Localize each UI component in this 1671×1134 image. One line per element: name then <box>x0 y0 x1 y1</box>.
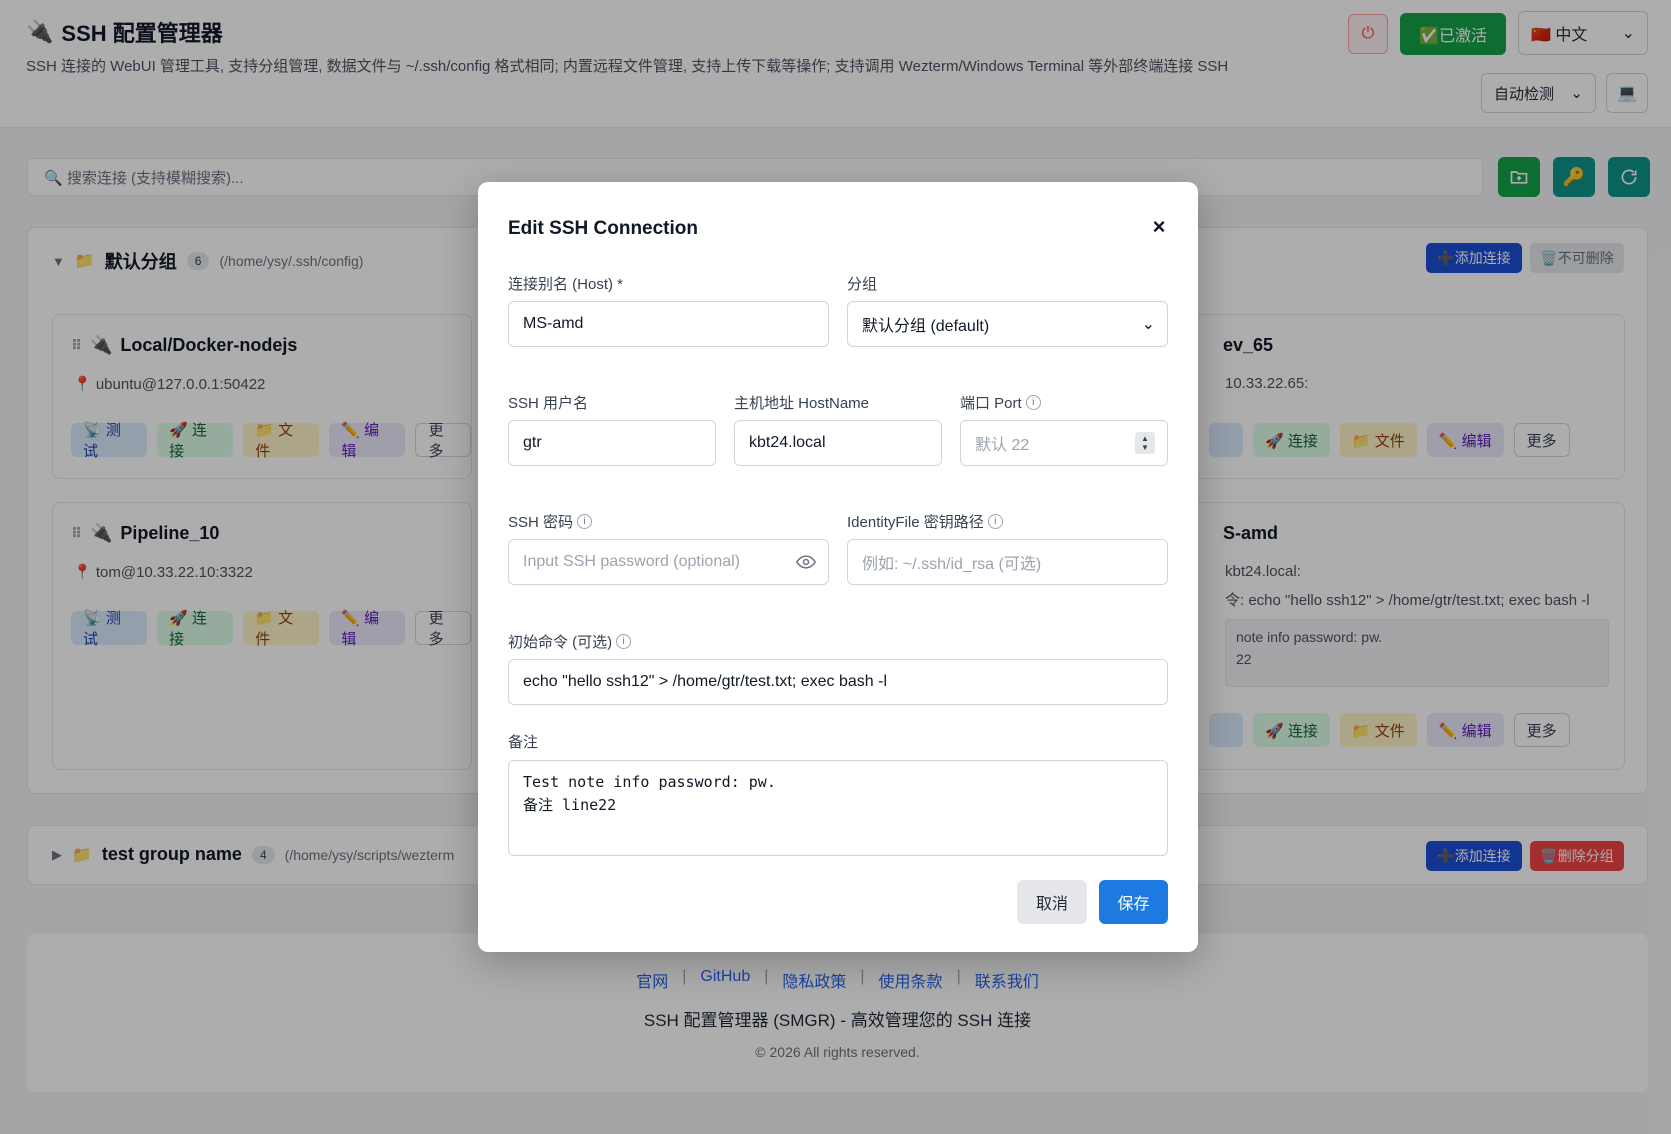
port-input[interactable]: 默认 22 ▲ ▼ <box>960 420 1168 466</box>
init-command-label: 初始命令 (可选) i <box>508 631 632 652</box>
host-label: 连接别名 (Host) * <box>508 276 624 293</box>
info-icon[interactable]: i <box>987 514 1003 529</box>
hostname-input[interactable]: kbt24.local <box>734 420 942 466</box>
password-placeholder: Input SSH password (optional) <box>523 553 740 570</box>
group-select-value: 默认分组 (default) <box>862 318 990 335</box>
init-command-input[interactable]: echo "hello ssh12" > /home/gtr/test.txt;… <box>508 659 1168 705</box>
group-label: 分组 <box>847 276 878 293</box>
edit-connection-modal: Edit SSH Connection × 连接别名 (Host) * MS-a… <box>478 182 1198 952</box>
port-label-text: 端口 Port <box>960 395 1022 412</box>
note-textarea[interactable]: Test note info password: pw. 备注 line22 <box>508 760 1168 856</box>
identity-file-input[interactable]: 例如: ~/.ssh/id_rsa (可选) <box>847 539 1168 585</box>
port-placeholder: 默认 22 <box>975 437 1030 454</box>
save-button[interactable]: 保存 <box>1099 880 1168 924</box>
info-icon[interactable]: i <box>577 514 593 529</box>
info-icon[interactable]: i <box>616 634 632 649</box>
stepper-icon[interactable]: ▲ ▼ <box>1135 421 1155 465</box>
password-label-text: SSH 密码 <box>508 514 574 531</box>
modal-title: Edit SSH Connection <box>508 218 698 239</box>
hostname-label: 主机地址 HostName <box>734 395 870 412</box>
host-input[interactable]: MS-amd <box>508 301 829 347</box>
chevron-down-icon: ⌄ <box>1141 316 1155 333</box>
user-input[interactable]: gtr <box>508 420 716 466</box>
group-select[interactable]: 默认分组 (default) ⌄ <box>847 301 1168 347</box>
cancel-button[interactable]: 取消 <box>1017 880 1087 924</box>
note-label: 备注 <box>508 734 539 751</box>
port-label: 端口 Port i <box>960 392 1041 413</box>
identity-label-text: IdentityFile 密钥路径 <box>847 514 984 531</box>
password-label: SSH 密码 i <box>508 511 593 532</box>
eye-icon[interactable] <box>796 540 816 584</box>
info-icon[interactable]: i <box>1025 395 1041 410</box>
user-label: SSH 用户名 <box>508 395 589 412</box>
identity-label: IdentityFile 密钥路径 i <box>847 511 1003 532</box>
init-command-label-text: 初始命令 (可选) <box>508 634 613 651</box>
close-icon[interactable]: × <box>1148 214 1170 239</box>
password-input[interactable]: Input SSH password (optional) <box>508 539 829 585</box>
